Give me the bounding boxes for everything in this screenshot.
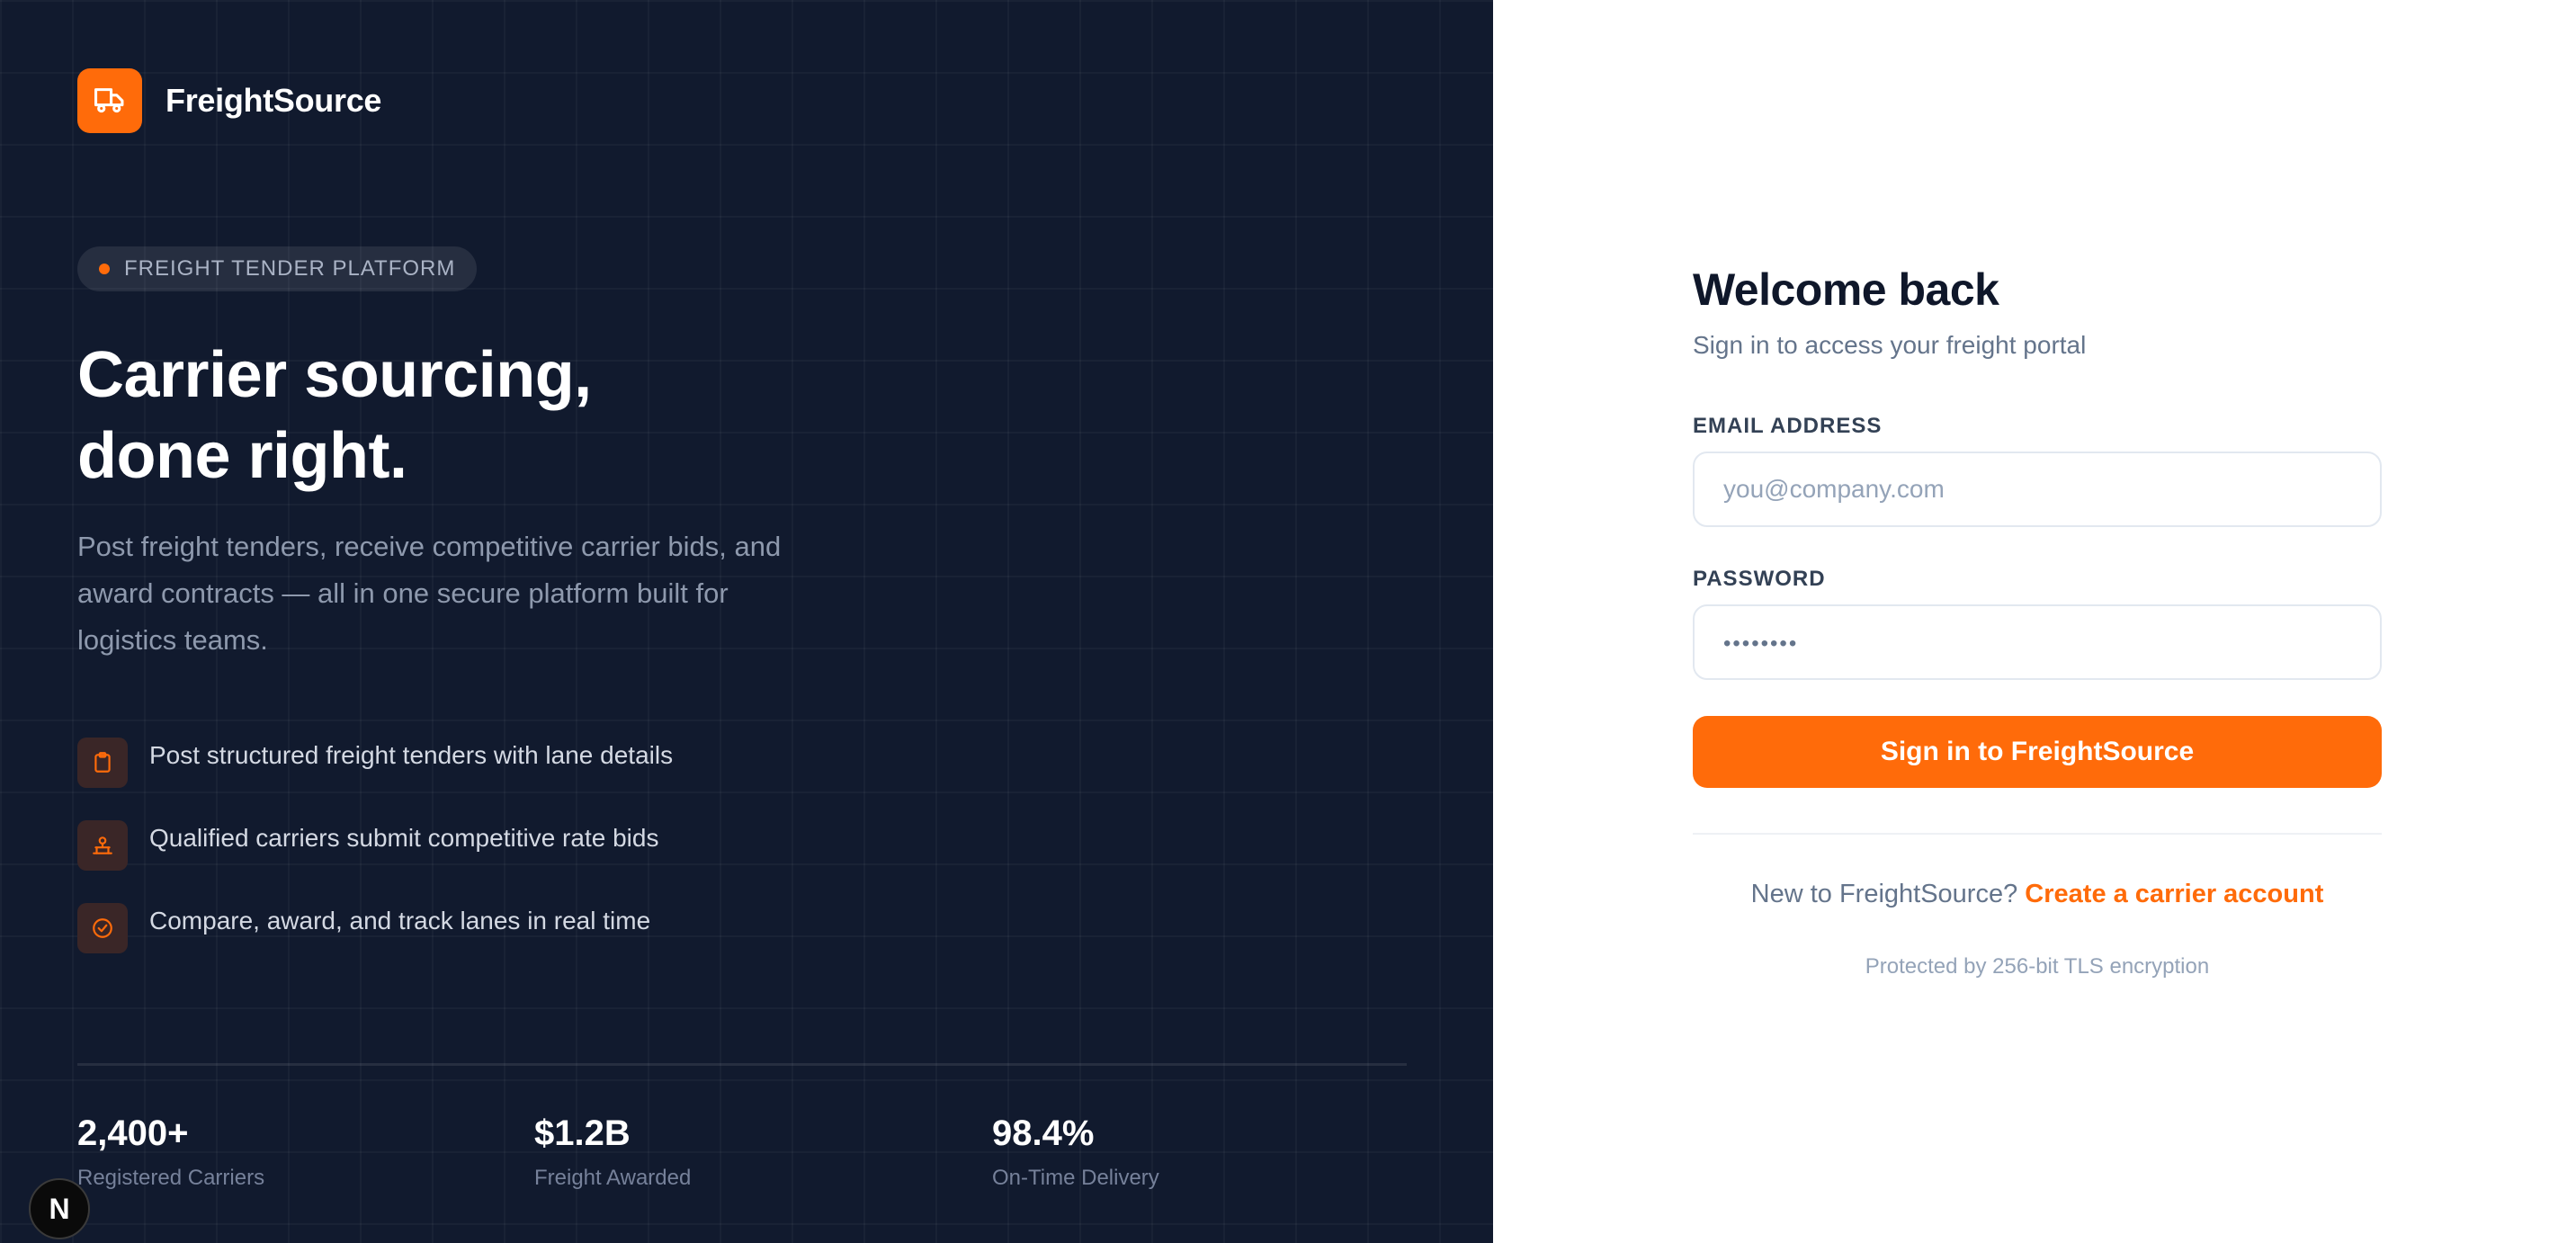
form-subtitle: Sign in to access your freight portal [1693, 331, 2087, 359]
check-circle-icon [77, 903, 128, 953]
feature-list: Post structured freight tenders with lan… [77, 738, 673, 986]
stat-on-time: 98.4% On-Time Delivery [992, 1112, 1159, 1191]
truck-icon [77, 68, 142, 133]
brand-name: FreightSource [165, 82, 382, 119]
signin-form: Welcome back Sign in to access your frei… [1693, 261, 2382, 979]
form-title: Welcome back [1693, 264, 1999, 315]
hero-headline: Carrier sourcing, done right. [77, 335, 592, 496]
stat-carriers: 2,400+ Registered Carriers [77, 1112, 264, 1191]
feature-item: Compare, award, and track lanes in real … [77, 903, 673, 986]
email-field[interactable] [1693, 452, 2382, 527]
email-label: EMAIL ADDRESS [1693, 414, 1883, 438]
hero-panel: FreightSource FREIGHT TENDER PLATFORM Ca… [0, 0, 1493, 1243]
feature-item: Qualified carriers submit competitive ra… [77, 820, 673, 903]
password-field[interactable] [1693, 604, 2382, 680]
form-divider [1693, 833, 2382, 835]
headline-line-2: done right. [77, 420, 407, 492]
stat-value: $1.2B [534, 1113, 631, 1153]
stat-label: Registered Carriers [77, 1166, 265, 1190]
headline-line-1: Carrier sourcing, [77, 339, 592, 411]
signin-panel: Welcome back Sign in to access your frei… [1493, 0, 2576, 1243]
dev-badge[interactable]: N [29, 1178, 90, 1239]
signup-prompt-text: New to FreightSource? [1750, 880, 2026, 908]
signin-button[interactable]: Sign in to FreightSource [1693, 716, 2382, 788]
create-account-link[interactable]: Create a carrier account [2025, 880, 2323, 908]
security-note: Protected by 256-bit TLS encryption [1865, 954, 2210, 979]
feature-item: Post structured freight tenders with lan… [77, 738, 673, 820]
brand[interactable]: FreightSource [77, 68, 381, 133]
pill-text: FREIGHT TENDER PLATFORM [124, 256, 456, 281]
bid-icon [77, 820, 128, 871]
platform-pill: FREIGHT TENDER PLATFORM [77, 246, 478, 291]
feature-text: Post structured freight tenders with lan… [149, 741, 674, 769]
stat-value: 98.4% [992, 1113, 1095, 1153]
stats-divider [77, 1063, 1407, 1066]
pill-dot [99, 264, 110, 274]
clipboard-icon [77, 738, 128, 788]
hero-description: Post freight tenders, receive competitiv… [77, 531, 782, 656]
stat-label: On-Time Delivery [992, 1166, 1159, 1190]
feature-text: Compare, award, and track lanes in real … [149, 907, 651, 934]
feature-text: Qualified carriers submit competitive ra… [149, 824, 659, 852]
stat-label: Freight Awarded [534, 1166, 692, 1190]
stat-value: 2,400+ [77, 1113, 189, 1153]
stat-freight-awarded: $1.2B Freight Awarded [534, 1112, 691, 1191]
stats-row: 2,400+ Registered Carriers $1.2B Freight… [77, 1112, 1409, 1202]
password-label: PASSWORD [1693, 567, 1826, 591]
signup-prompt: New to FreightSource? Create a carrier a… [1693, 880, 2382, 909]
